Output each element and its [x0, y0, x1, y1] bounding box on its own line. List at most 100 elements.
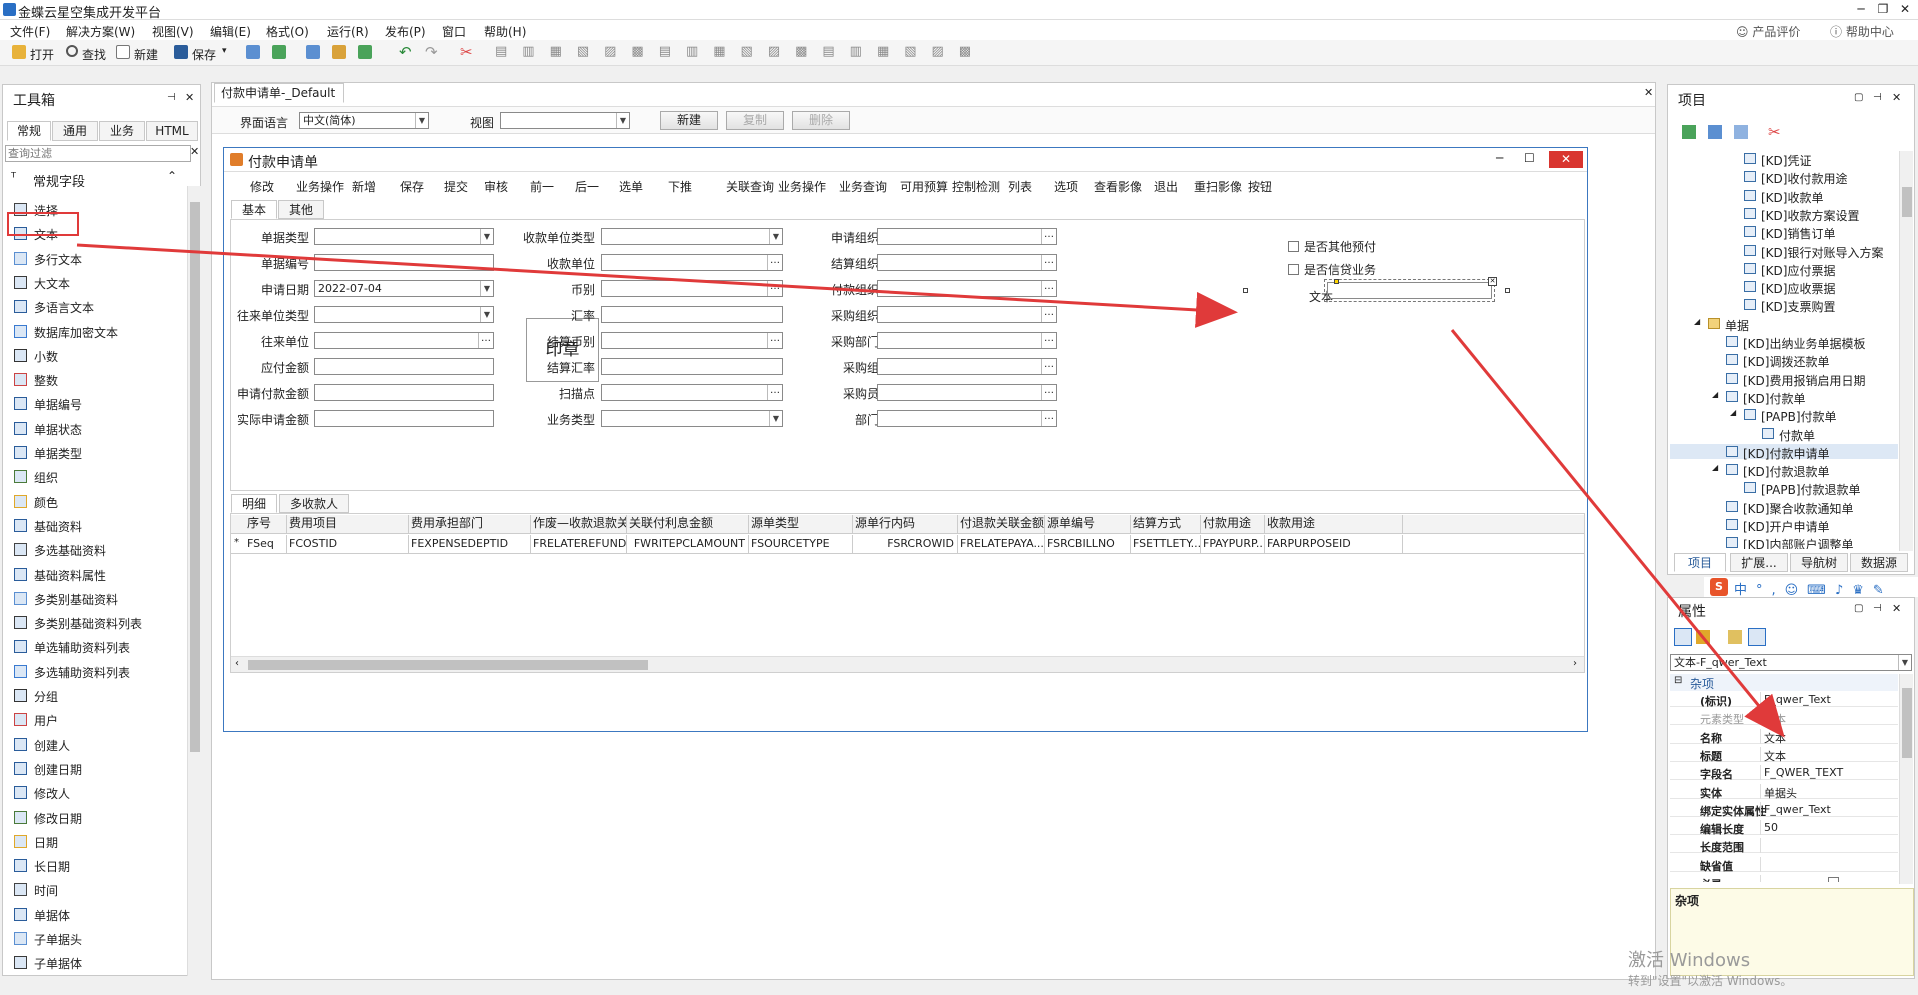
menu-edit[interactable]: 编辑(E) [210, 23, 251, 40]
save-disk-icon[interactable] [174, 45, 188, 59]
pin-icon[interactable]: ⊣ [167, 92, 176, 103]
search-icon[interactable] [66, 45, 78, 57]
checkbox-other-prepay[interactable] [1288, 241, 1299, 252]
field-input[interactable]: … [877, 384, 1057, 401]
ime-logo-icon[interactable]: S [1710, 578, 1728, 596]
form-toolbar-button[interactable]: 可用预算 [900, 178, 948, 195]
grid-scroll-thumb[interactable] [248, 660, 648, 670]
open-button[interactable]: 打开 [30, 46, 54, 63]
property-row[interactable]: 名称 文本 [1670, 728, 1898, 745]
ellipsis-icon[interactable]: … [478, 333, 493, 348]
property-value[interactable]: 文本 [1764, 711, 1786, 727]
ellipsis-icon[interactable]: … [767, 255, 782, 270]
grid-column-header[interactable]: 费用承担部门 [409, 515, 531, 533]
property-row[interactable]: 实体 单据头 [1670, 783, 1898, 800]
grid-column-header[interactable]: 源单编号 [1045, 515, 1131, 533]
grid-column-header[interactable]: 关联付利息金额 [627, 515, 749, 533]
form-toolbar-button[interactable]: 关联查询 [726, 178, 774, 195]
property-row[interactable]: (标识) F_qwer_Text [1670, 692, 1898, 708]
delete-handle-icon[interactable]: ✕ [1488, 277, 1497, 286]
resize-handle[interactable] [1505, 288, 1510, 293]
tree-node[interactable]: [KD]收款方案设置 [1670, 206, 1898, 223]
field-input[interactable] [601, 358, 783, 375]
ellipsis-icon[interactable]: … [1041, 229, 1056, 244]
tree-expand-icon[interactable]: ◢ [1712, 463, 1718, 472]
grid-cell[interactable]: FSeq [245, 535, 287, 553]
ellipsis-icon[interactable]: … [767, 385, 782, 400]
restore-button[interactable]: ❐ [1874, 2, 1892, 17]
toolbox-tab-common[interactable]: 通用 [52, 121, 98, 141]
field-input[interactable] [314, 254, 494, 271]
project-bottom-tab[interactable]: 扩展... [1730, 553, 1788, 572]
form-toolbar-button[interactable]: 列表 [1008, 178, 1032, 195]
delete-icon[interactable]: ✂ [1768, 123, 1781, 141]
tree-node[interactable]: [KD]收款单 [1670, 188, 1898, 205]
new-file-icon[interactable] [116, 45, 130, 59]
copy-icon[interactable] [1734, 125, 1748, 139]
chevron-down-icon[interactable]: ▼ [480, 229, 493, 244]
tree-node[interactable]: [KD]内部账户调整单 [1670, 535, 1898, 549]
field-input[interactable] [314, 358, 494, 375]
grid-column-header[interactable]: 作废—收款退款关... [531, 515, 627, 533]
menu-file[interactable]: 文件(F) [10, 23, 50, 40]
open-folder-icon[interactable] [12, 45, 26, 59]
ellipsis-icon[interactable]: … [1041, 385, 1056, 400]
form-toolbar-button[interactable]: 退出 [1154, 178, 1178, 195]
grid-cell[interactable]: FSOURCETYPE [749, 535, 853, 553]
ellipsis-icon[interactable]: … [1041, 307, 1056, 322]
form-toolbar-button[interactable]: 控制检测 [952, 178, 1000, 195]
tree-node[interactable]: [KD]收付款用途 [1670, 169, 1898, 186]
tree-node[interactable]: [KD]应收票据 [1670, 279, 1898, 296]
toolbox-tab-html[interactable]: HTML [146, 121, 198, 141]
grid-cell[interactable]: FARPURPOSEID [1265, 535, 1403, 553]
grid-column-header[interactable]: 序号 [245, 515, 287, 533]
grid-h-scrollbar[interactable]: ‹ › [231, 656, 1584, 672]
view-copy-button[interactable]: 复制 [726, 111, 784, 130]
tree-node[interactable]: [KD]凭证 [1670, 151, 1898, 168]
tool-icon-d[interactable] [332, 45, 346, 59]
ellipsis-icon[interactable]: … [1041, 281, 1056, 296]
tree-expand-icon[interactable]: ◢ [1694, 317, 1700, 326]
tree-node[interactable]: [KD]聚合收款通知单 [1670, 499, 1898, 516]
chevron-down-icon[interactable]: ▼ [769, 411, 782, 426]
form-maximize-icon[interactable]: ☐ [1524, 151, 1535, 165]
tree-node[interactable]: ◢ 单据 [1670, 316, 1898, 333]
form-toolbar-button[interactable]: 修改 [250, 178, 274, 195]
panel-menu-icon[interactable]: ▢ [1854, 603, 1863, 614]
tree-node[interactable]: [KD]付款申请单 [1670, 443, 1898, 461]
form-toolbar-button[interactable]: 提交 [444, 178, 468, 195]
field-input[interactable]: … [877, 410, 1057, 427]
grid-cell[interactable]: FWRITEPCLAMOUNT [627, 535, 749, 553]
tree-node[interactable]: [KD]开户申请单 [1670, 517, 1898, 534]
menu-publish[interactable]: 发布(P) [385, 23, 426, 40]
menu-help[interactable]: 帮助(H) [484, 23, 526, 40]
redo-icon[interactable]: ↷ [425, 43, 438, 61]
document-tab[interactable]: 付款申请单-_Default [214, 83, 344, 103]
chevron-down-icon[interactable]: ▼ [415, 113, 428, 128]
ellipsis-icon[interactable]: … [1041, 411, 1056, 426]
tree-node[interactable]: ◢ [KD]付款单 [1670, 389, 1898, 406]
view-select[interactable]: ▼ [500, 112, 630, 129]
ellipsis-icon[interactable]: … [1041, 255, 1056, 270]
form-toolbar-button[interactable]: 前一 [530, 178, 554, 195]
form-toolbar-button[interactable]: 审核 [484, 178, 508, 195]
collapse-icon[interactable]: ⌃ [167, 169, 177, 183]
field-input[interactable]: … [314, 332, 494, 349]
field-input[interactable]: ▼ [314, 228, 494, 245]
field-input[interactable]: ▼ [601, 410, 783, 427]
grid-cell[interactable]: FCOSTID [287, 535, 409, 553]
undo-icon[interactable]: ↶ [399, 43, 412, 61]
toolbox-tab-general[interactable]: 常规 [7, 121, 51, 141]
grid-column-header[interactable]: 付款用途 [1201, 515, 1265, 533]
ellipsis-icon[interactable]: … [1041, 333, 1056, 348]
field-input[interactable]: … [877, 306, 1057, 323]
property-scroll-thumb[interactable] [1902, 688, 1912, 758]
grid-column-header[interactable]: 收款用途 [1265, 515, 1403, 533]
align-tools-icons[interactable]: ▤▥▦▧▨▩▤▥▦▧▨▩▤▥▦▧▨▩ [495, 44, 1075, 60]
field-input[interactable]: … [877, 280, 1057, 297]
detail-tab-payees[interactable]: 多收款人 [279, 494, 349, 513]
field-input[interactable] [601, 306, 783, 323]
form-tab-basic[interactable]: 基本 [231, 200, 277, 219]
property-row[interactable]: 缺省值 [1670, 856, 1898, 873]
tree-node[interactable]: [KD]出纳业务单据模板 [1670, 334, 1898, 351]
